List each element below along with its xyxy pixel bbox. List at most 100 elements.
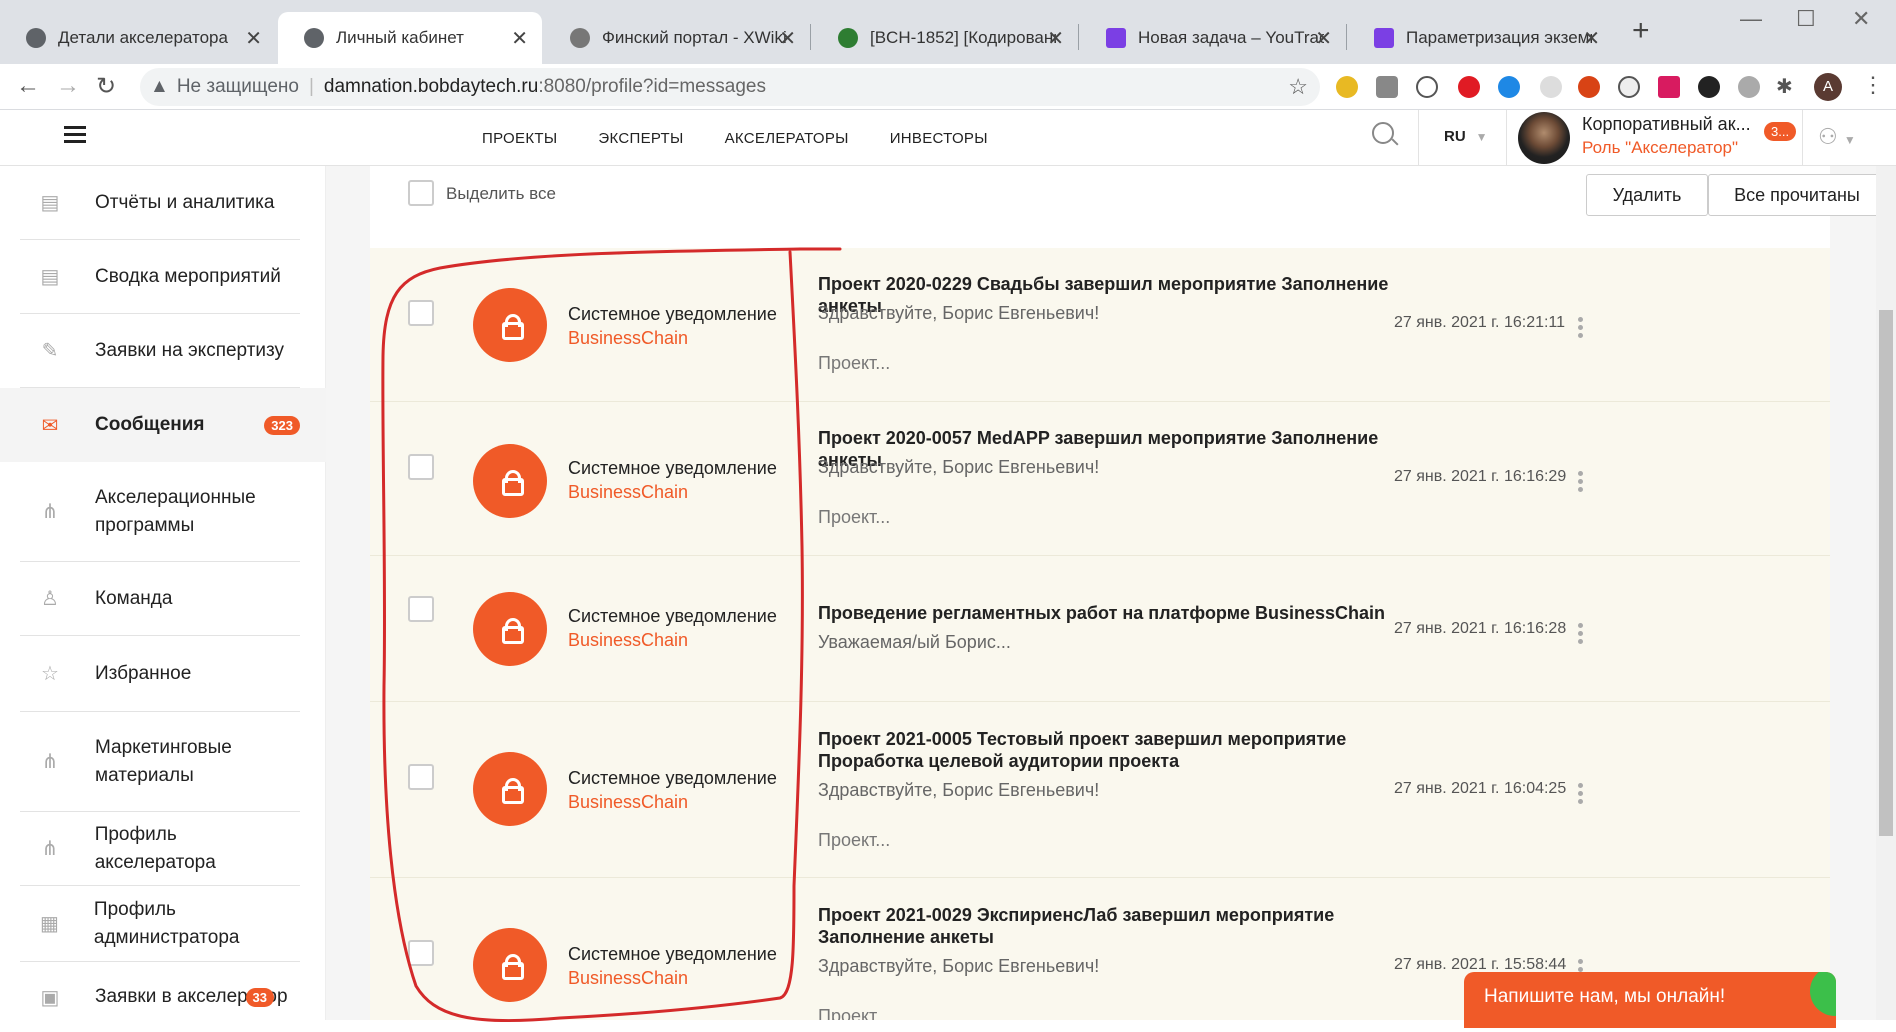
- message-preview: Проект...: [818, 830, 891, 850]
- close-tab-icon[interactable]: ✕: [1583, 26, 1600, 51]
- browser-tab[interactable]: Новая задача – YouTrack ✕: [1080, 12, 1346, 64]
- browser-tab[interactable]: [BCH-1852] [Кодирование] ✕: [812, 12, 1078, 64]
- network-icon[interactable]: ⚇ ▼: [1818, 124, 1856, 150]
- message-preview: Проект...: [818, 507, 891, 527]
- mark-all-read-button[interactable]: Все прочитаны: [1708, 174, 1876, 216]
- close-tab-icon[interactable]: ✕: [245, 26, 262, 51]
- user-avatar[interactable]: [1518, 112, 1570, 164]
- message-row[interactable]: Системное уведомление BusinessChain Прое…: [370, 702, 1830, 878]
- delete-button[interactable]: Удалить: [1586, 174, 1708, 216]
- message-greeting: Здравствуйте, Борис Евгеньевич!: [818, 956, 1100, 976]
- maximize-icon[interactable]: ☐: [1796, 6, 1816, 32]
- window-close-icon[interactable]: ✕: [1852, 6, 1870, 32]
- sidebar-item-team[interactable]: ♙ Команда: [20, 562, 300, 636]
- message-row[interactable]: Системное уведомление BusinessChain Прое…: [370, 248, 1830, 402]
- url-host: damnation.bobdaytech.ru: [323, 76, 539, 97]
- extension-icon[interactable]: [1540, 76, 1562, 98]
- select-all-label[interactable]: Выделить все: [446, 184, 556, 204]
- nav-accelerators[interactable]: АКСЕЛЕРАТОРЫ: [725, 130, 849, 147]
- sidebar-item-label: Акселерационные программы: [95, 486, 256, 536]
- scrollbar-thumb[interactable]: [1879, 310, 1893, 836]
- user-role: Роль "Акселератор": [1582, 138, 1739, 157]
- sidebar-item-events-summary[interactable]: ▤ Сводка мероприятий: [20, 240, 300, 314]
- online-chat-button[interactable]: Напишите нам, мы онлайн!: [1464, 972, 1836, 1028]
- message-greeting: Уважаемая/ый Борис...: [818, 632, 1011, 652]
- minimize-icon[interactable]: —: [1740, 6, 1762, 32]
- cypress-extension-icon[interactable]: [1698, 76, 1720, 98]
- user-notification-badge[interactable]: 3...: [1764, 122, 1797, 141]
- tab-title: Личный кабинет: [336, 28, 464, 47]
- message-row[interactable]: Системное уведомление BusinessChain Прое…: [370, 402, 1830, 556]
- close-tab-icon[interactable]: ✕: [779, 26, 796, 51]
- message-checkbox[interactable]: [408, 454, 434, 480]
- message-date: 27 янв. 2021 г. 16:16:28: [1394, 620, 1567, 637]
- extension-icon[interactable]: [1738, 76, 1760, 98]
- sidebar-item-favorites[interactable]: ☆ Избранное: [20, 636, 300, 712]
- json-extension-icon[interactable]: [1416, 76, 1438, 98]
- header-divider: [1802, 110, 1803, 166]
- more-actions-icon[interactable]: [1578, 780, 1584, 807]
- new-tab-button[interactable]: +: [1632, 14, 1650, 48]
- message-checkbox[interactable]: [408, 764, 434, 790]
- reload-icon[interactable]: ↻: [96, 72, 116, 101]
- chat-label: Напишите нам, мы онлайн!: [1484, 986, 1726, 1007]
- sidebar-item-accel-programs[interactable]: ⋔ Акселерационные программы: [20, 462, 300, 562]
- react-extension-icon[interactable]: [1498, 76, 1520, 98]
- more-actions-icon[interactable]: [1578, 314, 1584, 341]
- browser-menu-icon[interactable]: ⋮: [1862, 72, 1884, 98]
- hierarchy-icon: ⋔: [41, 501, 59, 523]
- browser-tab[interactable]: Параметризация экземпля ✕: [1348, 12, 1614, 64]
- nav-experts[interactable]: ЭКСПЕРТЫ: [598, 130, 683, 147]
- close-tab-icon[interactable]: ✕: [511, 26, 528, 51]
- sidebar-item-label: Сводка мероприятий: [95, 265, 281, 287]
- sidebar-item-marketing[interactable]: ⋔ Маркетинговые материалы: [20, 712, 300, 812]
- message-subject[interactable]: Проведение регламентных работ на платфор…: [818, 602, 1438, 624]
- graphql-extension-icon[interactable]: [1578, 76, 1600, 98]
- nav-investors[interactable]: ИНВЕСТОРЫ: [890, 130, 988, 147]
- messages-toolbar: Выделить все Удалить Все прочитаны: [370, 166, 1876, 248]
- message-sender: Системное уведомление: [568, 304, 777, 324]
- back-icon[interactable]: ←: [16, 72, 40, 100]
- bookmark-star-icon[interactable]: ☆: [1288, 74, 1308, 100]
- message-row[interactable]: Системное уведомление BusinessChain Пров…: [370, 556, 1830, 702]
- message-subject[interactable]: Проект 2021-0029 ЭкспириенсЛаб завершил …: [818, 904, 1438, 948]
- tab-title: Параметризация экземпля: [1406, 28, 1592, 47]
- sidebar-item-expertise-requests[interactable]: ✎ Заявки на экспертизу: [20, 314, 300, 388]
- extension-icon[interactable]: [1336, 76, 1358, 98]
- close-tab-icon[interactable]: ✕: [1315, 26, 1332, 51]
- profile-avatar[interactable]: A: [1814, 73, 1842, 101]
- message-checkbox[interactable]: [408, 300, 434, 326]
- nav-projects[interactable]: ПРОЕКТЫ: [482, 130, 557, 147]
- language-select[interactable]: RU ▼: [1444, 128, 1488, 145]
- browser-tab-active[interactable]: Личный кабинет ✕: [278, 12, 542, 64]
- sidebar-item-admin-profile[interactable]: ▦ Профиль администратора: [20, 886, 300, 962]
- more-actions-icon[interactable]: [1578, 620, 1584, 647]
- more-actions-icon[interactable]: [1578, 468, 1584, 495]
- hamburger-menu-icon[interactable]: [64, 122, 86, 147]
- shield-extension-icon[interactable]: [1376, 76, 1398, 98]
- page-scrollbar[interactable]: [1876, 166, 1896, 1020]
- sidebar-item-reports[interactable]: ▤ Отчёты и аналитика: [20, 166, 300, 240]
- select-all-checkbox[interactable]: [408, 180, 434, 206]
- message-subject[interactable]: Проект 2021-0005 Тестовый проект заверши…: [818, 728, 1438, 772]
- extension-icon[interactable]: [1618, 76, 1640, 98]
- forward-icon[interactable]: →: [56, 72, 80, 100]
- sidebar-item-accelerator-profile[interactable]: ⋔ Профиль акселератора: [20, 812, 300, 886]
- url-field[interactable]: ▲ Не защищено | damnation.bobdaytech.ru …: [140, 68, 1320, 106]
- user-name[interactable]: Корпоративный ак...: [1582, 114, 1762, 135]
- search-icon[interactable]: [1372, 122, 1394, 144]
- puzzle-extensions-icon[interactable]: ✱: [1776, 74, 1793, 99]
- sidebar-item-accel-requests[interactable]: ▣ Заявки в акселератор 33: [20, 962, 300, 1032]
- browser-tab[interactable]: Детали акселератора ✕: [0, 12, 276, 64]
- close-tab-icon[interactable]: ✕: [1047, 26, 1064, 51]
- tab-title: [BCH-1852] [Кодирование]: [870, 28, 1056, 47]
- message-checkbox[interactable]: [408, 596, 434, 622]
- globe-icon: [304, 28, 324, 48]
- adblock-icon[interactable]: [1458, 76, 1480, 98]
- top-navigation: ПРОЕКТЫ ЭКСПЕРТЫ АКСЕЛЕРАТОРЫ ИНВЕСТОРЫ: [482, 110, 1029, 166]
- message-checkbox[interactable]: [408, 940, 434, 966]
- extension-icon[interactable]: [1658, 76, 1680, 98]
- tab-title: Новая задача – YouTrack: [1138, 28, 1324, 47]
- browser-tab[interactable]: Финский портал - XWiki ✕: [544, 12, 810, 64]
- sidebar-item-messages[interactable]: ✉ Сообщения 323: [0, 388, 326, 462]
